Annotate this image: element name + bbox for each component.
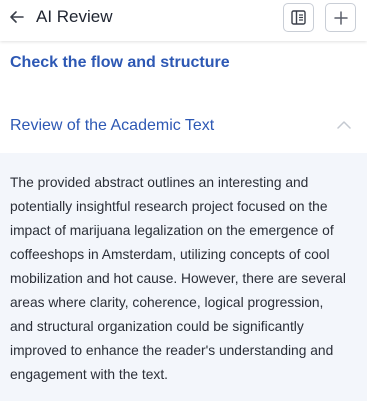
review-section-title[interactable]: Review of the Academic Text	[10, 117, 214, 135]
side-panel-icon	[291, 10, 306, 25]
review-text: The provided abstract outlines an intere…	[10, 175, 346, 382]
plus-icon	[333, 10, 348, 25]
arrow-left-icon	[10, 11, 24, 23]
toggle-panel-button[interactable]	[283, 3, 314, 32]
back-button[interactable]	[6, 6, 28, 28]
flow-structure-title[interactable]: Check the flow and structure	[10, 54, 230, 72]
flow-structure-section[interactable]: Check the flow and structure	[0, 41, 367, 102]
add-button[interactable]	[325, 3, 356, 32]
chevron-up-icon[interactable]	[335, 118, 353, 132]
app-header: AI Review	[0, 0, 367, 41]
review-section-header[interactable]: Review of the Academic Text	[0, 102, 367, 153]
page-title: AI Review	[36, 7, 113, 26]
review-content-panel: The provided abstract outlines an intere…	[0, 153, 367, 401]
